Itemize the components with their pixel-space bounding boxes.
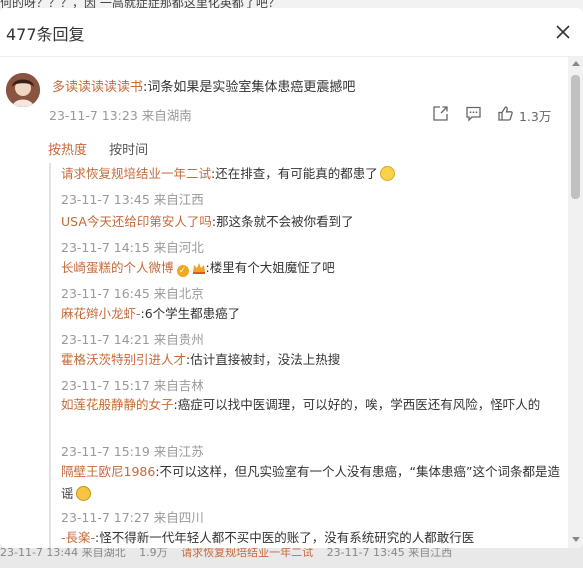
reply-user[interactable]: 霍格沃茨特别引进人才: [61, 352, 186, 367]
reply-item: 麻花辫小龙虾-:6个学生都患癌了: [61, 303, 561, 325]
scrollbar[interactable]: [568, 57, 583, 548]
reply-user[interactable]: -長楽-: [61, 530, 95, 545]
reply-text: :还在排查，有可能真的都患了: [211, 166, 378, 181]
reply-item: -長楽-:怪不得新一代年轻人都不买中医的账了，没有系统研究的人都敢行医: [61, 527, 561, 548]
reply-text: :6个学生都患癌了: [140, 306, 241, 321]
tab-hot[interactable]: 按热度: [48, 139, 87, 158]
reply-text: :那这条就不会被你看到了: [211, 214, 354, 229]
main-comment-user[interactable]: 多读读读读读书: [52, 80, 143, 95]
close-icon: [556, 25, 570, 39]
reply-text: :癌症可以找中医调理，可以好的，唉，学西医还有风险，怪吓人的: [173, 397, 541, 412]
reply-item: USA今天还给印第安人了吗:那这条就不会被你看到了: [61, 211, 561, 233]
reply-list: 请求恢复规培结业一年二试:还在排查，有可能真的都患了 23-11-7 13:45…: [49, 163, 567, 548]
reply-meta: 23-11-7 17:27 来自四川: [61, 510, 204, 525]
reply-user[interactable]: 麻花辫小龙虾-: [61, 306, 141, 321]
reply-meta: 23-11-7 16:45 来自北京: [61, 286, 204, 301]
scroll-down-arrow-icon[interactable]: [572, 537, 580, 542]
reply-item: 霍格沃茨特别引进人才:估计直接被封，没法上热搜: [61, 349, 561, 371]
grin-emoji-icon: [75, 486, 91, 501]
crown-badge-icon: [192, 263, 205, 274]
main-comment-location: 来自湖南: [141, 108, 192, 123]
reply-item: 如莲花般静静的女子:癌症可以找中医调理，可以好的，唉，学西医还有风险，怪吓人的: [61, 394, 561, 416]
cry-emoji-icon: [379, 166, 395, 181]
reply-text: :怪不得新一代年轻人都不买中医的账了，没有系统研究的人都敢行医: [95, 530, 475, 545]
close-button[interactable]: [552, 21, 574, 43]
reply-text: :楼里有个大姐魔怔了吧: [205, 260, 335, 275]
like-icon: [498, 106, 513, 121]
verified-badge-icon: ✓: [176, 265, 189, 277]
reply-meta: 23-11-7 14:15 来自河北: [61, 240, 204, 255]
reply-meta: 23-11-7 13:45 来自江西: [61, 192, 204, 207]
share-button[interactable]: [432, 103, 449, 122]
reply-user[interactable]: 长崎蛋糕的个人微博: [61, 260, 174, 275]
reply-item: 隔壁王欧尼1986:不可以这样，但凡实验室有一个人没有患癌，“集体患癌”这个词条…: [61, 461, 561, 505]
tab-time[interactable]: 按时间: [109, 139, 148, 158]
comment-button[interactable]: [465, 103, 482, 122]
scroll-up-arrow-icon[interactable]: [572, 61, 580, 66]
reply-user[interactable]: 请求恢复规培结业一年二试: [61, 166, 211, 181]
reply-meta: 23-11-7 15:19 来自江苏: [61, 444, 204, 459]
main-comment-time: 23-11-7 13:23: [49, 108, 138, 123]
main-comment-text: :词条如果是实验室集体患癌更震撼吧: [143, 80, 356, 95]
background-page-text: 何的呀？？？，因 一高就症症那都这里化英都了吧？: [0, 0, 280, 8]
reply-user[interactable]: 如莲花般静静的女子: [61, 397, 174, 412]
scrollbar-thumb[interactable]: [571, 75, 580, 199]
modal-title: 477条回复: [6, 25, 85, 44]
avatar[interactable]: [6, 73, 40, 107]
like-count: 1.3万: [519, 109, 552, 124]
reply-meta: 23-11-7 14:21 来自贵州: [61, 332, 204, 347]
reply-item: 长崎蛋糕的个人微博 ✓ :楼里有个大姐魔怔了吧: [61, 257, 561, 279]
sort-tabs: 按热度 按时间: [48, 139, 166, 158]
modal-header: 477条回复: [0, 8, 583, 57]
reply-user[interactable]: USA今天还给印第安人了吗: [61, 214, 212, 229]
replies-scroll-area[interactable]: 多读读读读读书:词条如果是实验室集体患癌更震撼吧 23-11-7 13:23 来…: [0, 57, 583, 548]
reply-text: :估计直接被封，没法上热搜: [186, 352, 341, 367]
reply-user[interactable]: 隔壁王欧尼1986: [61, 464, 155, 479]
comment-icon: [466, 106, 481, 122]
replies-modal: 477条回复 多读读读读读书:词条如果是实验室集体患癌更震撼吧 23-11-7 …: [0, 8, 583, 548]
like-button[interactable]: [497, 103, 514, 122]
reply-item: 请求恢复规培结业一年二试:还在排查，有可能真的都患了: [61, 163, 561, 185]
main-comment: 多读读读读读书:词条如果是实验室集体患癌更震撼吧: [52, 76, 355, 95]
reply-meta: 23-11-7 15:17 来自吉林: [61, 378, 204, 393]
main-comment-meta: 23-11-7 13:23 来自湖南: [49, 105, 192, 124]
share-icon: [433, 106, 448, 121]
